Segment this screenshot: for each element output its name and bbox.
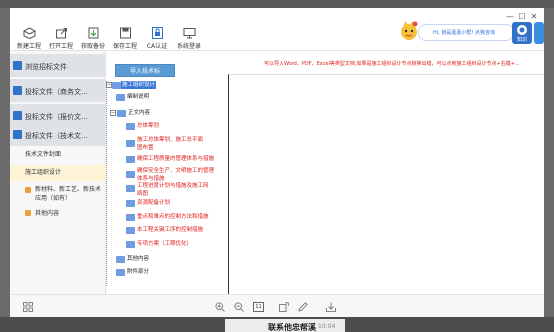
- sidebar-item-label: 投标文件（报价文...: [25, 113, 88, 121]
- sidebar-item-label: 浏览招标文件: [25, 63, 67, 71]
- save-icon: [119, 27, 131, 39]
- zoom-in-icon[interactable]: [215, 302, 225, 312]
- tree-node-label: 正文内容: [128, 110, 151, 116]
- ca-auth-label: CA认证: [146, 43, 168, 50]
- sidebar-item-browse-tender[interactable]: 浏览招标文件: [10, 54, 106, 78]
- sidebar-subitem-label: 技术文件封面: [25, 151, 62, 158]
- tree-node-label: 确保安全生产、文明施工的管理体系与措施: [137, 168, 215, 182]
- tree-node-label: 总体筹划: [137, 123, 160, 129]
- background-notification-text: 联系他忠帮溪: [268, 323, 316, 332]
- edit-icon: [13, 111, 22, 120]
- bottom-toolbar: 11: [10, 294, 544, 317]
- sidebar: 浏览招标文件 投标文件（商务文... 投标文件（报价文... 投标文件（技术文.…: [10, 51, 106, 294]
- document-icon: [13, 61, 22, 70]
- sidebar-subitem-other[interactable]: 其他内容: [10, 208, 106, 220]
- save-project-label: 保存工程: [112, 43, 137, 50]
- ca-auth-button[interactable]: CA认证: [140, 27, 174, 50]
- knowledge-button[interactable]: 知识: [512, 22, 532, 44]
- tree-node-label: 资源配备计划: [137, 200, 171, 206]
- open-project-icon: [55, 28, 67, 39]
- rotate-icon[interactable]: [279, 302, 289, 312]
- desktop-right-strip: [544, 8, 554, 332]
- sidebar-subitem-label: 其他内容: [35, 210, 60, 217]
- folder-icon: [116, 94, 125, 101]
- tree-node-label: 工程进度计划与措施及施工网络图: [137, 183, 209, 197]
- outline-tree: 导入技术标 − 施工组织设计 编制说明 − 正文内容 总体筹划 施工总体筹划、施…: [106, 64, 226, 294]
- folder-icon: [126, 140, 135, 147]
- import-hint: 可以导入Word、PDF、Excel等类型文档;如果是施工组织设计节点转换出错，…: [264, 61, 520, 67]
- folder-icon: [112, 82, 121, 89]
- new-project-label: 新建工程: [16, 43, 41, 50]
- folder-icon: [126, 214, 135, 221]
- tree-guide-line: [106, 81, 107, 286]
- folder-icon: [116, 256, 125, 263]
- desktop-top-strip: [0, 0, 554, 8]
- toolbar: — ☐ ✕ 新建工程 打开工程 获取备份 保存工程 CA认证 系统登录 Hi, …: [10, 8, 544, 51]
- tree-node-label: 附件部分: [127, 269, 150, 275]
- sidebar-subitem-label: 新材料、新工艺、新技术应用（如有）: [35, 186, 102, 202]
- folder-icon: [126, 156, 135, 163]
- system-login-label: 系统登录: [176, 43, 201, 50]
- sidebar-subitem-new-tech[interactable]: 新材料、新工艺、新技术应用（如有）: [10, 184, 106, 204]
- download-icon[interactable]: [326, 302, 336, 312]
- tree-node-label: 其他内容: [127, 256, 150, 262]
- folder-icon: [116, 269, 125, 276]
- backup-label: 获取备份: [80, 43, 105, 50]
- folder-icon: [25, 210, 31, 216]
- side-panel-button[interactable]: [534, 22, 544, 44]
- zoom-out-icon[interactable]: [234, 302, 244, 312]
- fit-page-button[interactable]: 11: [253, 302, 264, 312]
- sidebar-item-label: 投标文件（技术文...: [25, 132, 88, 140]
- folder-icon: [126, 241, 135, 248]
- folder-icon: [25, 187, 31, 193]
- tree-node-label: 专项方案（工期优化）: [137, 241, 193, 247]
- grid-icon[interactable]: [23, 302, 33, 312]
- open-project-label: 打开工程: [48, 43, 73, 50]
- sidebar-item-business-bid[interactable]: 投标文件（商务文...: [10, 79, 106, 103]
- tree-node-label: 重点和难点的控制方法和措施: [137, 214, 209, 220]
- tree-node-label: 本工程关键工序的控制措施: [137, 227, 204, 233]
- backup-button[interactable]: 获取备份: [76, 27, 110, 50]
- sidebar-subitem-label: 施工组织设计: [25, 169, 62, 176]
- ca-lock-icon: [151, 27, 163, 39]
- close-button[interactable]: ✕: [529, 12, 539, 21]
- save-project-button[interactable]: 保存工程: [108, 27, 142, 50]
- login-icon: [183, 28, 195, 39]
- sidebar-subitem-construction-design[interactable]: 施工组织设计: [10, 165, 106, 181]
- collapse-toggle-icon[interactable]: −: [110, 110, 116, 116]
- assistant-chat-text: Hi, 我是嘉嘉小帮! 点我咨询: [433, 30, 495, 36]
- folder-icon: [126, 171, 135, 178]
- tree-node-label: 施工组织设计: [121, 81, 157, 89]
- folder-icon: [126, 200, 135, 207]
- app-window: — ☐ ✕ 新建工程 打开工程 获取备份 保存工程 CA认证 系统登录 Hi, …: [10, 8, 544, 317]
- knowledge-label: 知识: [516, 37, 527, 43]
- system-login-button[interactable]: 系统登录: [172, 27, 206, 50]
- edit-icon: [13, 86, 22, 95]
- sidebar-subitem-tech-cover[interactable]: 技术文件封面: [10, 148, 106, 161]
- folder-icon: [126, 185, 135, 192]
- minimize-button[interactable]: —: [505, 12, 515, 21]
- folder-icon: [126, 227, 135, 234]
- edit-icon: [13, 130, 22, 139]
- folder-icon: [117, 110, 126, 117]
- new-project-button[interactable]: 新建工程: [12, 27, 46, 50]
- document-preview[interactable]: [228, 74, 544, 294]
- backup-icon: [88, 27, 98, 39]
- desktop-left-strip: [0, 8, 10, 332]
- sidebar-item-technical-bid[interactable]: 投标文件（技术文...: [10, 123, 106, 147]
- import-tech-bid-button[interactable]: 导入技术标: [115, 64, 175, 77]
- background-notification-time: 10:04: [318, 323, 336, 330]
- open-project-button[interactable]: 打开工程: [44, 27, 78, 50]
- tree-node-label: 施工总体筹划、施工总平面图布置: [137, 137, 204, 151]
- tree-node-label: 确保工程质量的管理体系与措施: [137, 156, 215, 162]
- tree-node-label: 编制说明: [127, 94, 150, 100]
- maximize-button[interactable]: ☐: [517, 12, 527, 21]
- folder-icon: [126, 123, 135, 130]
- new-project-icon: [22, 27, 36, 39]
- mascot-icon[interactable]: [399, 20, 419, 42]
- sidebar-item-label: 投标文件（商务文...: [25, 88, 88, 96]
- assistant-chat-box[interactable]: Hi, 我是嘉嘉小帮! 点我咨询: [418, 24, 514, 41]
- edit-icon[interactable]: [298, 302, 308, 312]
